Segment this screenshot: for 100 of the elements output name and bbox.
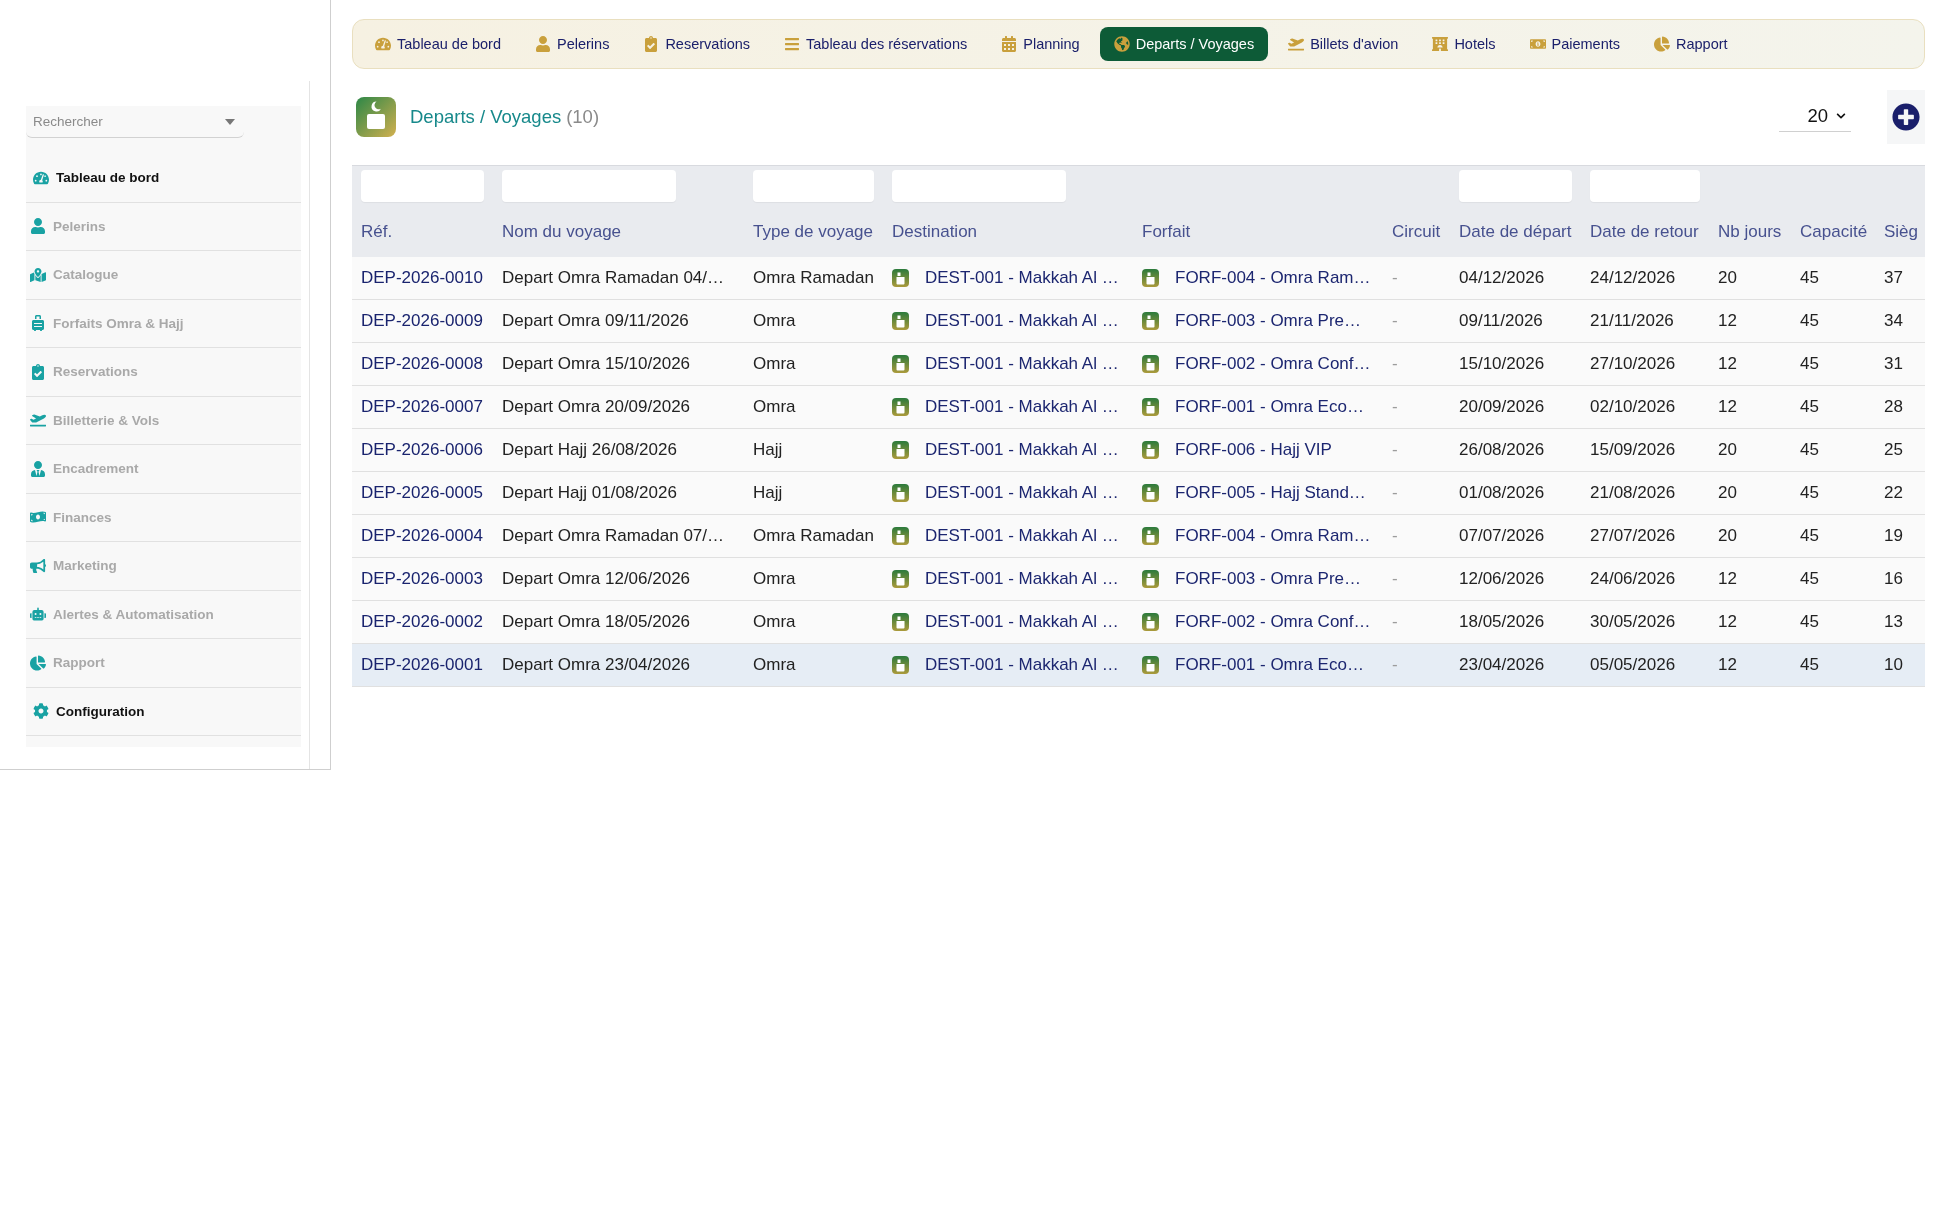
nav-tab[interactable]: Paiements	[1515, 27, 1634, 61]
nav-tab[interactable]: Pelerins	[521, 27, 624, 61]
table-cell-text: 23/04/2026	[1458, 654, 1546, 676]
table-row[interactable]: DEP-2026-0002 Depart Omra 18/05/2026 Omra DEST-001 - Makkah Al … FORF-002 - Omra Conf… - 18/05/2026 30/05/2026 12 45 13	[352, 601, 1925, 644]
record-link[interactable]: FORF-002 - Omra Conf…	[1175, 612, 1371, 632]
sidebar-item[interactable]: Tableau de bord	[26, 154, 301, 203]
table-cell-text: 12	[1717, 353, 1738, 375]
table-row[interactable]: DEP-2026-0008 Depart Omra 15/10/2026 Omra DEST-001 - Makkah Al … FORF-002 - Omra Conf… - 15/10/2026 27/10/2026 12 45 31	[352, 343, 1925, 386]
page-size-select[interactable]: 20	[1779, 100, 1851, 132]
table-row[interactable]: DEP-2026-0003 Depart Omra 12/06/2026 Omra DEST-001 - Makkah Al … FORF-003 - Omra Pre… - 12/06/2026 24/06/2026 12 45 16	[352, 558, 1925, 601]
table-cell-text: Omra	[752, 310, 797, 332]
ref-link[interactable]: DEP-2026-0002	[361, 612, 483, 632]
column-header[interactable]: Date de départ	[1459, 222, 1572, 242]
nav-tab[interactable]: Planning	[987, 27, 1094, 61]
record-link[interactable]: DEST-001 - Makkah Al …	[925, 397, 1119, 417]
record-link[interactable]: DEST-001 - Makkah Al …	[925, 268, 1119, 288]
caret-icon	[225, 119, 235, 125]
tile-icon	[892, 613, 909, 631]
nav-tab[interactable]: Rapport	[1640, 27, 1742, 61]
record-link[interactable]: FORF-001 - Omra Eco…	[1175, 655, 1364, 675]
table-cell-text: -	[1391, 611, 1399, 633]
column-header[interactable]: Forfait	[1142, 222, 1191, 242]
column-header[interactable]: Capacité	[1800, 222, 1868, 242]
lines-icon	[784, 36, 800, 52]
table-cell-text: 12	[1717, 396, 1738, 418]
table-cell-text: 20	[1717, 482, 1738, 504]
column-header[interactable]: Nb jours	[1718, 222, 1782, 242]
table-cell-text: 09/11/2026	[1458, 310, 1544, 332]
tile-icon	[1142, 484, 1159, 502]
pie-chart-icon	[30, 654, 46, 671]
sidebar-item[interactable]: Configuration	[26, 687, 301, 736]
filter-field[interactable]	[1590, 170, 1700, 202]
record-link[interactable]: DEST-001 - Makkah Al …	[925, 569, 1119, 589]
ref-link[interactable]: DEP-2026-0005	[361, 483, 483, 503]
table-cell-text: -	[1391, 267, 1399, 289]
table-cell-text: 24/12/2026	[1589, 267, 1677, 289]
search-field[interactable]: Rechercher	[26, 106, 244, 138]
ref-link[interactable]: DEP-2026-0007	[361, 397, 483, 417]
record-link[interactable]: FORF-001 - Omra Eco…	[1175, 397, 1364, 417]
column-header[interactable]: Destination	[892, 222, 978, 242]
record-link[interactable]: DEST-001 - Makkah Al …	[925, 440, 1119, 460]
ref-link[interactable]: DEP-2026-0009	[361, 311, 483, 331]
nav-tab[interactable]: Billets d'avion	[1274, 27, 1413, 61]
record-link[interactable]: DEST-001 - Makkah Al …	[925, 354, 1119, 374]
table-row[interactable]: DEP-2026-0009 Depart Omra 09/11/2026 Omra DEST-001 - Makkah Al … FORF-003 - Omra Pre… - 09/11/2026 21/11/2026 12 45 34	[352, 300, 1925, 343]
record-link[interactable]: DEST-001 - Makkah Al …	[925, 483, 1119, 503]
table-cell-text: 05/05/2026	[1589, 654, 1677, 676]
column-header[interactable]: Sièg	[1884, 222, 1919, 242]
record-link[interactable]: FORF-004 - Omra Ram…	[1175, 526, 1371, 546]
tile-icon	[1142, 613, 1159, 631]
nav-tab[interactable]: Hotels	[1418, 27, 1510, 61]
ref-link[interactable]: DEP-2026-0004	[361, 526, 483, 546]
record-link[interactable]: FORF-005 - Hajj Stand…	[1175, 483, 1366, 503]
table-cell-text: 45	[1799, 310, 1820, 332]
table-cell-text: 21/11/2026	[1589, 310, 1675, 332]
nav-tab[interactable]: Tableau des réservations	[770, 27, 982, 61]
tile-icon	[1142, 441, 1159, 459]
filter-field[interactable]	[1459, 170, 1572, 202]
record-link[interactable]: DEST-001 - Makkah Al …	[925, 655, 1119, 675]
clipboard-check-icon	[643, 36, 660, 52]
tile-icon	[892, 484, 909, 502]
column-header[interactable]: Type de voyage	[753, 222, 874, 242]
column-header[interactable]: Nom du voyage	[502, 222, 622, 242]
plane-icon	[30, 412, 46, 429]
ref-link[interactable]: DEP-2026-0008	[361, 354, 483, 374]
table-row[interactable]: DEP-2026-0004 Depart Omra Ramadan 07/… Omra Ramadan DEST-001 - Makkah Al … FORF-004 - Omra Ram… - 07/07/2026 27/07/2026 20 45 19	[352, 515, 1925, 558]
tile-icon	[892, 527, 909, 545]
table-row[interactable]: DEP-2026-0005 Depart Hajj 01/08/2026 Hajj DEST-001 - Makkah Al … FORF-005 - Hajj Stand… - 01/08/2026 21/08/2026 20 45 22	[352, 472, 1925, 515]
table-row[interactable]: DEP-2026-0006 Depart Hajj 26/08/2026 Hajj DEST-001 - Makkah Al … FORF-006 - Hajj VIP - 26/08/2026 15/09/2026 20 45 25	[352, 429, 1925, 472]
record-link[interactable]: FORF-002 - Omra Conf…	[1175, 354, 1371, 374]
column-header[interactable]: Réf.	[361, 222, 393, 242]
add-button[interactable]	[1887, 90, 1925, 144]
nav-tab[interactable]: Departs / Voyages	[1099, 27, 1269, 61]
ref-link[interactable]: DEP-2026-0010	[361, 268, 483, 288]
robot-icon	[30, 606, 46, 623]
record-link[interactable]: DEST-001 - Makkah Al …	[925, 311, 1119, 331]
filter-field[interactable]	[753, 170, 874, 202]
record-link[interactable]: FORF-003 - Omra Pre…	[1175, 311, 1362, 331]
nav-tab[interactable]: Tableau de bord	[361, 27, 515, 61]
table-cell-text: 45	[1799, 439, 1820, 461]
filter-field[interactable]	[502, 170, 676, 202]
gauge-icon	[33, 169, 49, 186]
table-row[interactable]: DEP-2026-0010 Depart Omra Ramadan 04/… Omra Ramadan DEST-001 - Makkah Al … FORF-004 - Omra Ram… - 04/12/2026 24/12/2026 20 45 37	[352, 257, 1925, 300]
table-row[interactable]: DEP-2026-0001 Depart Omra 23/04/2026 Omra DEST-001 - Makkah Al … FORF-001 - Omra Eco… - 23/04/2026 05/05/2026 12 45 10	[352, 644, 1925, 687]
ref-link[interactable]: DEP-2026-0003	[361, 569, 483, 589]
column-header[interactable]: Date de retour	[1590, 222, 1699, 242]
filter-field[interactable]	[892, 170, 1066, 202]
record-link[interactable]: DEST-001 - Makkah Al …	[925, 612, 1119, 632]
column-header[interactable]: Circuit	[1392, 222, 1441, 242]
record-link[interactable]: FORF-003 - Omra Pre…	[1175, 569, 1362, 589]
record-link[interactable]: FORF-006 - Hajj VIP	[1175, 440, 1332, 460]
settings-icon	[33, 703, 49, 720]
record-link[interactable]: FORF-004 - Omra Ram…	[1175, 268, 1371, 288]
nav-tab[interactable]: Reservations	[629, 27, 764, 61]
table-cell-text: 27/07/2026	[1589, 525, 1677, 547]
table-row[interactable]: DEP-2026-0007 Depart Omra 20/09/2026 Omra DEST-001 - Makkah Al … FORF-001 - Omra Eco… - 20/09/2026 02/10/2026 12 45 28	[352, 386, 1925, 429]
record-link[interactable]: DEST-001 - Makkah Al …	[925, 526, 1119, 546]
ref-link[interactable]: DEP-2026-0006	[361, 440, 483, 460]
filter-field[interactable]	[361, 170, 484, 202]
ref-link[interactable]: DEP-2026-0001	[361, 655, 483, 675]
